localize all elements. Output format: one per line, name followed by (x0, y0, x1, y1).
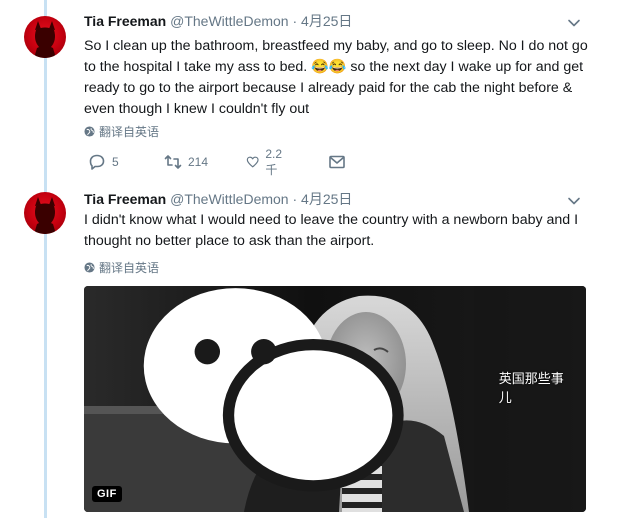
tweet-text: So I clean up the bathroom, breastfeed m… (84, 38, 588, 117)
chevron-down-icon[interactable] (567, 194, 581, 208)
watermark: 英国那些事儿 (84, 286, 568, 500)
avatar[interactable] (24, 16, 66, 58)
heart-icon (246, 156, 259, 168)
tweet-header: Tia Freeman @TheWittleDemon · 4月25日 (84, 190, 352, 208)
devil-avatar-icon (34, 21, 56, 58)
globe-icon (84, 262, 95, 273)
like-count: 2.2千 (265, 146, 283, 177)
translate-label[interactable]: 翻译自英语 (99, 259, 159, 276)
tweet-text: I didn't know what I would need to leave… (84, 212, 579, 249)
translate-link[interactable]: 翻译自英语 (84, 259, 159, 276)
translate-link[interactable]: 翻译自英语 (84, 123, 159, 140)
wechat-icon (143, 288, 404, 492)
watermark-text: 英国那些事儿 (498, 371, 564, 405)
gif-media[interactable]: GIF 英国那些事儿 (84, 286, 586, 512)
tweet[interactable]: Tia Freeman @TheWittleDemon · 4月25日 I di… (0, 180, 617, 518)
avatar[interactable] (24, 192, 66, 234)
tweet-date[interactable]: 4月25日 (301, 191, 352, 207)
reply-button[interactable]: 5 (88, 152, 119, 172)
separator-dot: · (292, 191, 298, 207)
devil-avatar-icon (34, 197, 56, 234)
globe-icon (84, 126, 95, 137)
user-handle[interactable]: @TheWittleDemon (170, 191, 288, 207)
display-name[interactable]: Tia Freeman (84, 191, 166, 207)
display-name[interactable]: Tia Freeman (84, 13, 166, 29)
direct-message-button[interactable] (328, 152, 346, 172)
translate-label[interactable]: 翻译自英语 (99, 123, 159, 140)
tweet-header: Tia Freeman @TheWittleDemon · 4月25日 (84, 12, 352, 30)
like-button[interactable]: 2.2千 (246, 147, 287, 177)
reply-count: 5 (112, 155, 119, 169)
tweet-date[interactable]: 4月25日 (301, 13, 352, 29)
retweet-button[interactable]: 214 (164, 152, 208, 172)
tweet[interactable]: Tia Freeman @TheWittleDemon · 4月25日 So I… (0, 0, 617, 180)
user-handle[interactable]: @TheWittleDemon (170, 13, 288, 29)
envelope-icon (329, 155, 345, 169)
chevron-down-icon[interactable] (567, 16, 581, 30)
reply-icon (89, 154, 105, 170)
separator-dot: · (292, 13, 298, 29)
retweet-count: 214 (188, 155, 209, 169)
retweet-icon (164, 155, 182, 169)
